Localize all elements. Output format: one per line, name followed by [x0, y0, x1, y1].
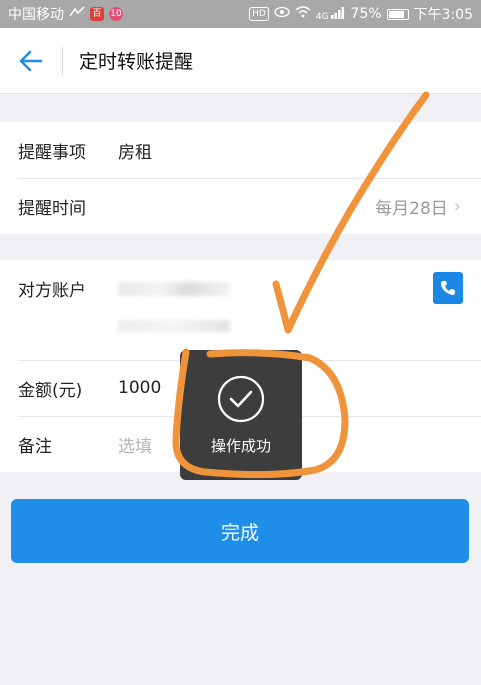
- reminder-time-value: 每月28日: [375, 198, 448, 219]
- note-label: 备注: [18, 436, 52, 457]
- nav-divider: [62, 46, 63, 75]
- toast-text: 操作成功: [210, 436, 271, 455]
- arrow-left-icon: [19, 50, 43, 71]
- app-badge-icon-2: 10: [109, 7, 123, 21]
- app-badge-icon: 百: [90, 7, 104, 21]
- account-row[interactable]: 对方账户: [0, 260, 481, 360]
- reminder-item-label: 提醒事项: [18, 142, 86, 163]
- eye-icon: [274, 6, 290, 22]
- amount-input[interactable]: 1000: [118, 378, 161, 398]
- done-button-label: 完成: [220, 521, 259, 544]
- wifi-icon: [295, 6, 311, 22]
- page-title: 定时转账提醒: [79, 51, 194, 73]
- reminder-time-row[interactable]: 提醒时间 每月28日 ›: [0, 178, 481, 234]
- reminder-time-label: 提醒时间: [18, 198, 86, 219]
- phone-contact-icon: [441, 281, 455, 295]
- account-number-redacted: [118, 282, 230, 296]
- check-circle-icon: [217, 375, 265, 422]
- hd-icon: HD: [249, 7, 269, 21]
- back-button[interactable]: [0, 28, 62, 94]
- reminder-item-row[interactable]: 提醒事项 房租: [0, 122, 481, 178]
- signal-icon: 4G: [316, 6, 346, 22]
- notification-icon: [69, 6, 85, 22]
- account-name-redacted: [118, 320, 230, 332]
- nav-bar: 定时转账提醒: [0, 28, 481, 94]
- carrier-label: 中国移动: [8, 7, 64, 23]
- done-button[interactable]: 完成: [11, 499, 469, 563]
- battery-icon: [386, 8, 409, 20]
- contact-book-button[interactable]: [433, 272, 463, 304]
- amount-label: 金额(元): [18, 380, 83, 401]
- reminder-item-value: 房租: [118, 142, 152, 163]
- chevron-right-icon: ›: [453, 195, 461, 217]
- reminder-section: 提醒事项 房租 提醒时间 每月28日 ›: [0, 122, 481, 234]
- note-input[interactable]: 选填: [118, 432, 152, 457]
- account-label: 对方账户: [18, 281, 86, 301]
- success-toast: 操作成功: [180, 350, 302, 480]
- clock-label: 下午3:05: [413, 7, 473, 23]
- status-bar: 中国移动 百 10 HD 4G 75% 下午3:05: [0, 0, 481, 28]
- battery-percent: 75%: [350, 6, 382, 22]
